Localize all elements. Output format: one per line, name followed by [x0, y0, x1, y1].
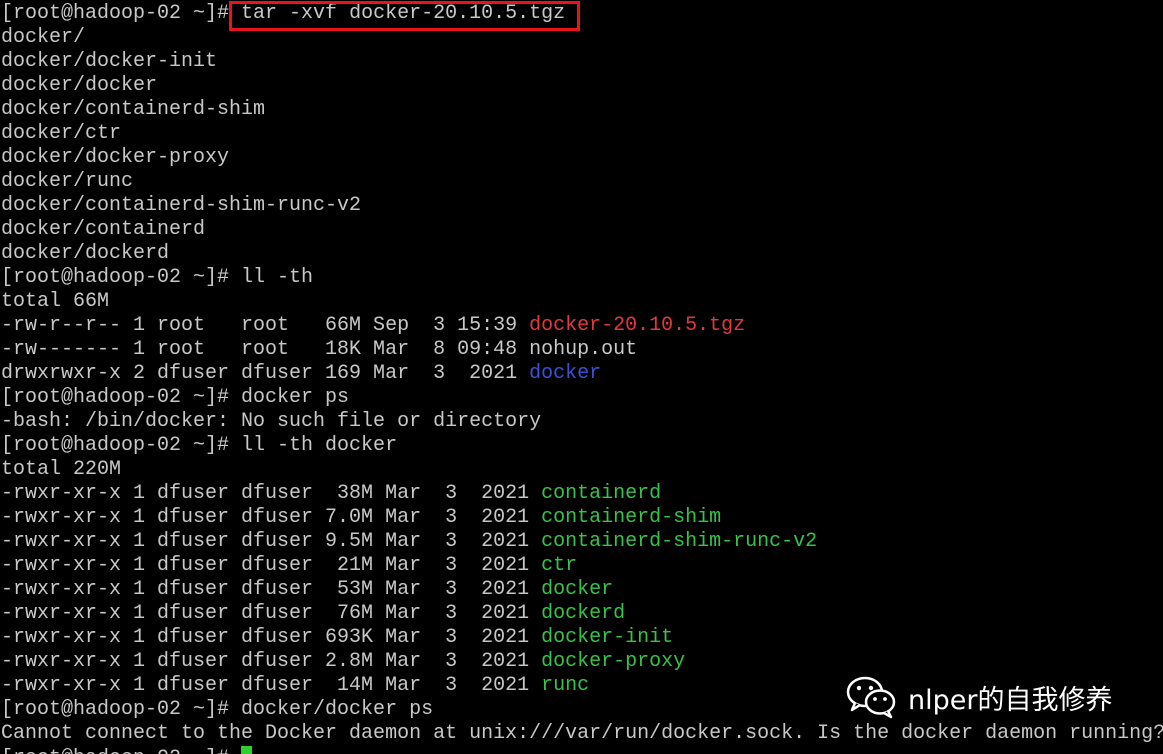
terminal-line: -rwxr-xr-x 1 dfuser dfuser 7.0M Mar 3 20…: [1, 506, 1163, 530]
line-segment: dockerd: [541, 602, 625, 625]
terminal-line: -rw-r--r-- 1 root root 66M Sep 3 15:39 d…: [1, 314, 1163, 338]
line-segment: containerd-shim-runc-v2: [541, 530, 817, 553]
line-segment: containerd-shim: [541, 506, 721, 529]
line-segment: [root@hadoop-02 ~]#: [1, 2, 241, 25]
terminal-line: [root@hadoop-02 ~]# tar -xvf docker-20.1…: [1, 2, 1163, 26]
line-segment: docker/runc: [1, 170, 133, 193]
terminal-line: docker/ctr: [1, 122, 1163, 146]
terminal-line: docker/containerd-shim-runc-v2: [1, 194, 1163, 218]
terminal-line: docker/docker-proxy: [1, 146, 1163, 170]
terminal-window[interactable]: [root@hadoop-02 ~]# tar -xvf docker-20.1…: [0, 0, 1163, 754]
watermark: nlper的自我修养: [846, 673, 1112, 721]
line-segment: docker: [541, 578, 613, 601]
line-segment: docker-20.10.5.tgz: [529, 314, 745, 337]
line-segment: docker/: [1, 26, 85, 49]
line-segment: -rwxr-xr-x 1 dfuser dfuser 693K Mar 3 20…: [1, 626, 541, 649]
line-segment: docker/ctr: [1, 122, 121, 145]
line-segment: [root@hadoop-02 ~]# ll -th: [1, 266, 313, 289]
line-segment: docker/containerd-shim: [1, 98, 265, 121]
line-segment: docker/containerd: [1, 218, 205, 241]
line-segment: [root@hadoop-02 ~]# docker/docker ps: [1, 698, 433, 721]
terminal-line: docker/: [1, 26, 1163, 50]
line-segment: -rwxr-xr-x 1 dfuser dfuser 38M Mar 3 202…: [1, 482, 541, 505]
terminal-line: total 220M: [1, 458, 1163, 482]
terminal-line: [root@hadoop-02 ~]# ll -th docker: [1, 434, 1163, 458]
terminal-line: -rwxr-xr-x 1 dfuser dfuser 9.5M Mar 3 20…: [1, 530, 1163, 554]
line-segment: [root@hadoop-02 ~]# docker ps: [1, 386, 349, 409]
wechat-icon: [846, 675, 898, 719]
terminal-line: -rwxr-xr-x 1 dfuser dfuser 53M Mar 3 202…: [1, 578, 1163, 602]
terminal-line: -rwxr-xr-x 1 dfuser dfuser 693K Mar 3 20…: [1, 626, 1163, 650]
terminal-line: total 66M: [1, 290, 1163, 314]
line-segment: -rw------- 1 root root 18K Mar 8 09:48 n…: [1, 338, 637, 361]
terminal-line: docker/docker: [1, 74, 1163, 98]
line-segment: -rwxr-xr-x 1 dfuser dfuser 2.8M Mar 3 20…: [1, 650, 541, 673]
line-segment: -rw-r--r-- 1 root root 66M Sep 3 15:39: [1, 314, 529, 337]
line-segment: [root@hadoop-02 ~]#: [1, 747, 241, 754]
terminal-line: docker/containerd-shim: [1, 98, 1163, 122]
line-segment: docker-proxy: [541, 650, 685, 673]
line-segment: total 66M: [1, 290, 109, 313]
watermark-text: nlper的自我修养: [908, 678, 1112, 717]
terminal-line: [root@hadoop-02 ~]# docker ps: [1, 386, 1163, 410]
terminal-line: docker/dockerd: [1, 242, 1163, 266]
line-segment: Cannot connect to the Docker daemon at u…: [1, 722, 1163, 745]
line-segment: docker/docker-init: [1, 50, 217, 73]
line-segment: -rwxr-xr-x 1 dfuser dfuser 76M Mar 3 202…: [1, 602, 541, 625]
terminal-line: [root@hadoop-02 ~]# ll -th: [1, 266, 1163, 290]
terminal-line: -bash: /bin/docker: No such file or dire…: [1, 410, 1163, 434]
terminal-line: drwxrwxr-x 2 dfuser dfuser 169 Mar 3 202…: [1, 362, 1163, 386]
line-segment: drwxrwxr-x 2 dfuser dfuser 169 Mar 3 202…: [1, 362, 529, 385]
terminal-line: -rwxr-xr-x 1 dfuser dfuser 21M Mar 3 202…: [1, 554, 1163, 578]
line-segment: docker/containerd-shim-runc-v2: [1, 194, 361, 217]
terminal-cursor: [241, 746, 252, 754]
line-segment: [root@hadoop-02 ~]# ll -th docker: [1, 434, 397, 457]
terminal-line: Cannot connect to the Docker daemon at u…: [1, 722, 1163, 746]
line-segment: -rwxr-xr-x 1 dfuser dfuser 9.5M Mar 3 20…: [1, 530, 541, 553]
line-segment: docker/docker: [1, 74, 157, 97]
terminal-line: -rwxr-xr-x 1 dfuser dfuser 2.8M Mar 3 20…: [1, 650, 1163, 674]
line-segment: docker-init: [541, 626, 673, 649]
line-segment: containerd: [541, 482, 661, 505]
line-segment: total 220M: [1, 458, 121, 481]
line-segment: docker: [529, 362, 601, 385]
line-segment: -rwxr-xr-x 1 dfuser dfuser 53M Mar 3 202…: [1, 578, 541, 601]
terminal-line: docker/containerd: [1, 218, 1163, 242]
line-segment: tar -xvf docker-20.10.5.tgz: [241, 2, 565, 25]
line-segment: docker/dockerd: [1, 242, 169, 265]
terminal-line: [root@hadoop-02 ~]#: [1, 746, 1163, 754]
line-segment: -rwxr-xr-x 1 dfuser dfuser 7.0M Mar 3 20…: [1, 506, 541, 529]
terminal-line: docker/docker-init: [1, 50, 1163, 74]
line-segment: runc: [541, 674, 589, 697]
terminal-line: -rw------- 1 root root 18K Mar 8 09:48 n…: [1, 338, 1163, 362]
line-segment: ctr: [541, 554, 577, 577]
line-segment: -rwxr-xr-x 1 dfuser dfuser 21M Mar 3 202…: [1, 554, 541, 577]
terminal-line: docker/runc: [1, 170, 1163, 194]
line-segment: -bash: /bin/docker: No such file or dire…: [1, 410, 541, 433]
terminal-output: [root@hadoop-02 ~]# tar -xvf docker-20.1…: [1, 2, 1163, 754]
terminal-line: -rwxr-xr-x 1 dfuser dfuser 76M Mar 3 202…: [1, 602, 1163, 626]
line-segment: -rwxr-xr-x 1 dfuser dfuser 14M Mar 3 202…: [1, 674, 541, 697]
line-segment: docker/docker-proxy: [1, 146, 229, 169]
terminal-line: -rwxr-xr-x 1 dfuser dfuser 38M Mar 3 202…: [1, 482, 1163, 506]
